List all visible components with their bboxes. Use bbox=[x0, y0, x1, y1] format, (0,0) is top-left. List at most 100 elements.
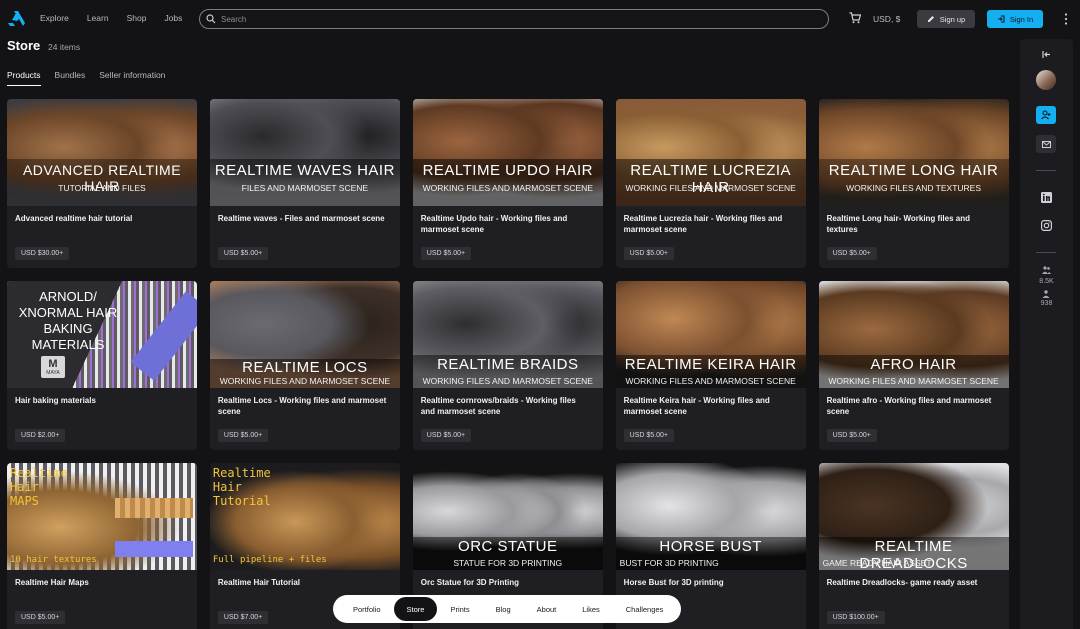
follow-icon[interactable] bbox=[1036, 106, 1056, 124]
instagram-icon[interactable] bbox=[1036, 216, 1056, 234]
product-card[interactable]: REALTIME WAVES HAIR FILES AND MARMOSET S… bbox=[209, 99, 400, 268]
product-thumbnail[interactable]: ADVANCED REALTIME HAIR TUTORIAL AND FILE… bbox=[7, 99, 197, 206]
product-thumbnail[interactable]: REALTIME LONG HAIR WORKING FILES AND TEX… bbox=[818, 99, 1009, 206]
texture-swatch bbox=[115, 498, 193, 518]
product-price: USD $5.00+ bbox=[217, 429, 269, 442]
product-title[interactable]: Realtime Keira hair - Working files and … bbox=[624, 396, 794, 417]
swatch-decoration bbox=[130, 291, 197, 381]
product-title[interactable]: Realtime Long hair- Working files and te… bbox=[827, 214, 997, 235]
thumbnail-title: REALTIME WAVES HAIR bbox=[214, 162, 395, 179]
thumbnail-subtitle: WORKING FILES AND MARMOSET SCENE bbox=[625, 183, 796, 193]
product-title[interactable]: Hair baking materials bbox=[15, 396, 185, 407]
product-title[interactable]: Realtime Dreadlocks- game ready asset bbox=[827, 578, 997, 589]
nav-challenges[interactable]: Challenges bbox=[613, 597, 677, 621]
product-card[interactable]: Realtime Hair MAPS 10 hair textures Real… bbox=[7, 463, 197, 629]
nav-blog[interactable]: Blog bbox=[483, 597, 524, 621]
thumbnail-title: REALTIME LOCS bbox=[242, 359, 368, 376]
thumbnail-title: Realtime Hair MAPS bbox=[10, 466, 68, 508]
product-title[interactable]: Realtime afro - Working files and marmos… bbox=[827, 396, 997, 417]
product-thumbnail[interactable]: ARNOLD/ XNORMAL HAIR BAKING MATERIALS M … bbox=[7, 281, 197, 388]
product-card[interactable]: REALTIME LONG HAIR WORKING FILES AND TEX… bbox=[818, 99, 1009, 268]
nav-learn[interactable]: Learn bbox=[87, 13, 109, 23]
product-thumbnail[interactable]: REALTIME LOCS WORKING FILES AND MARMOSET… bbox=[209, 281, 400, 388]
nav-store[interactable]: Store bbox=[393, 597, 438, 621]
nav-jobs[interactable]: Jobs bbox=[164, 13, 182, 23]
product-title[interactable]: Realtime waves - Files and marmoset scen… bbox=[218, 214, 388, 225]
sign-in-button[interactable]: Sign In bbox=[987, 10, 1043, 28]
pencil-icon bbox=[927, 16, 934, 22]
product-card[interactable]: AFRO HAIR WORKING FILES AND MARMOSET SCE… bbox=[818, 281, 1009, 450]
item-count: 24 items bbox=[48, 42, 81, 52]
nav-shop[interactable]: Shop bbox=[127, 13, 147, 23]
product-card[interactable]: REALTIME LOCS WORKING FILES AND MARMOSET… bbox=[209, 281, 400, 450]
product-thumbnail[interactable]: REALTIME BRAIDS WORKING FILES AND MARMOS… bbox=[412, 281, 603, 388]
product-title[interactable]: Realtime cornrows/braids - Working files… bbox=[421, 396, 591, 417]
product-price: USD $5.00+ bbox=[623, 247, 675, 260]
nav-explore[interactable]: Explore bbox=[40, 13, 69, 23]
product-thumbnail[interactable]: HORSE BUST BUST FOR 3D PRINTING bbox=[615, 463, 806, 570]
tab-seller-information[interactable]: Seller information bbox=[99, 70, 165, 86]
product-price: USD $5.00+ bbox=[623, 429, 675, 442]
top-nav: Explore Learn Shop Jobs USD, $ Sign up S… bbox=[0, 0, 1080, 38]
following-count[interactable]: 938 bbox=[1020, 300, 1073, 307]
nav-about[interactable]: About bbox=[524, 597, 570, 621]
product-title[interactable]: Advanced realtime hair tutorial bbox=[15, 214, 185, 225]
collapse-sidebar-icon[interactable] bbox=[1036, 45, 1056, 63]
product-title[interactable]: Realtime Lucrezia hair - Working files a… bbox=[624, 214, 794, 235]
tab-bundles[interactable]: Bundles bbox=[55, 70, 86, 86]
product-thumbnail[interactable]: Realtime Hair MAPS 10 hair textures bbox=[7, 463, 197, 570]
nav-likes[interactable]: Likes bbox=[569, 597, 613, 621]
product-thumbnail[interactable]: ORC STATUE STATUE FOR 3D PRINTING bbox=[412, 463, 603, 570]
product-title[interactable]: Realtime Hair Tutorial bbox=[218, 578, 388, 589]
sign-in-icon bbox=[997, 15, 1005, 23]
product-thumbnail[interactable]: REALTIME KEIRA HAIR WORKING FILES AND MA… bbox=[615, 281, 806, 388]
product-price: USD $5.00+ bbox=[420, 247, 472, 260]
product-title[interactable]: Horse Bust for 3D printing bbox=[624, 578, 794, 589]
tab-products[interactable]: Products bbox=[7, 70, 41, 86]
search-icon bbox=[206, 14, 216, 24]
nav-portfolio[interactable]: Portfolio bbox=[340, 597, 394, 621]
thumbnail-subtitle: BUST FOR 3D PRINTING bbox=[619, 558, 719, 568]
product-card[interactable]: ARNOLD/ XNORMAL HAIR BAKING MATERIALS M … bbox=[7, 281, 197, 450]
product-thumbnail[interactable]: AFRO HAIR WORKING FILES AND MARMOSET SCE… bbox=[818, 281, 1009, 388]
product-title[interactable]: Realtime Hair Maps bbox=[15, 578, 185, 589]
nav-prints[interactable]: Prints bbox=[437, 597, 482, 621]
normal-map-swatch bbox=[115, 541, 193, 557]
following-icon bbox=[1036, 289, 1056, 299]
search-input[interactable] bbox=[221, 14, 801, 24]
thumbnail-title: REALTIME UPDO HAIR bbox=[422, 162, 593, 179]
product-price: USD $100.00+ bbox=[826, 611, 885, 624]
product-thumbnail[interactable]: REALTIME WAVES HAIR FILES AND MARMOSET S… bbox=[209, 99, 400, 206]
product-title[interactable]: Realtime Locs - Working files and marmos… bbox=[218, 396, 388, 417]
product-thumbnail[interactable]: Realtime Hair Tutorial Full pipeline + f… bbox=[209, 463, 400, 570]
product-title[interactable]: Orc Statue for 3D Printing bbox=[421, 578, 591, 589]
product-thumbnail[interactable]: REALTIME UPDO HAIR WORKING FILES AND MAR… bbox=[412, 99, 603, 206]
linkedin-icon[interactable] bbox=[1036, 188, 1056, 206]
more-options-icon[interactable] bbox=[1063, 12, 1069, 26]
product-card[interactable]: REALTIME BRAIDS WORKING FILES AND MARMOS… bbox=[412, 281, 603, 450]
product-card[interactable]: REALTIME UPDO HAIR WORKING FILES AND MAR… bbox=[412, 99, 603, 268]
product-card[interactable]: REALTIME DREADLOCKS GAME READY HAIR ASSE… bbox=[818, 463, 1009, 629]
product-card[interactable]: REALTIME LUCREZIA HAIR WORKING FILES AND… bbox=[615, 99, 806, 268]
product-card[interactable]: ADVANCED REALTIME HAIR TUTORIAL AND FILE… bbox=[7, 99, 197, 268]
product-card[interactable]: REALTIME KEIRA HAIR WORKING FILES AND MA… bbox=[615, 281, 806, 450]
sign-up-button[interactable]: Sign up bbox=[917, 10, 975, 28]
product-price: USD $5.00+ bbox=[826, 247, 877, 260]
message-icon[interactable] bbox=[1036, 135, 1056, 153]
artstation-logo-icon[interactable] bbox=[6, 9, 26, 27]
thumbnail-subtitle: GAME READY HAIR ASSET bbox=[822, 558, 932, 568]
thumbnail-title: ARNOLD/ XNORMAL HAIR BAKING MATERIALS bbox=[18, 289, 118, 352]
cart-icon[interactable] bbox=[849, 12, 861, 24]
currency-selector[interactable]: USD, $ bbox=[873, 14, 900, 24]
product-title[interactable]: Realtime Updo hair - Working files and m… bbox=[421, 214, 591, 235]
thumbnail-title: Realtime Hair Tutorial bbox=[212, 466, 271, 508]
followers-count[interactable]: 8.5K bbox=[1020, 278, 1073, 285]
avatar[interactable] bbox=[1036, 70, 1056, 90]
product-thumbnail[interactable]: REALTIME LUCREZIA HAIR WORKING FILES AND… bbox=[615, 99, 806, 206]
product-thumbnail[interactable]: REALTIME DREADLOCKS GAME READY HAIR ASSE… bbox=[818, 463, 1009, 570]
product-price: USD $2.00+ bbox=[15, 429, 66, 442]
page-title: Store bbox=[7, 38, 41, 53]
product-grid: ADVANCED REALTIME HAIR TUTORIAL AND FILE… bbox=[7, 99, 1009, 629]
search-bar[interactable] bbox=[199, 9, 829, 29]
thumbnail-title: REALTIME BRAIDS bbox=[437, 356, 579, 373]
